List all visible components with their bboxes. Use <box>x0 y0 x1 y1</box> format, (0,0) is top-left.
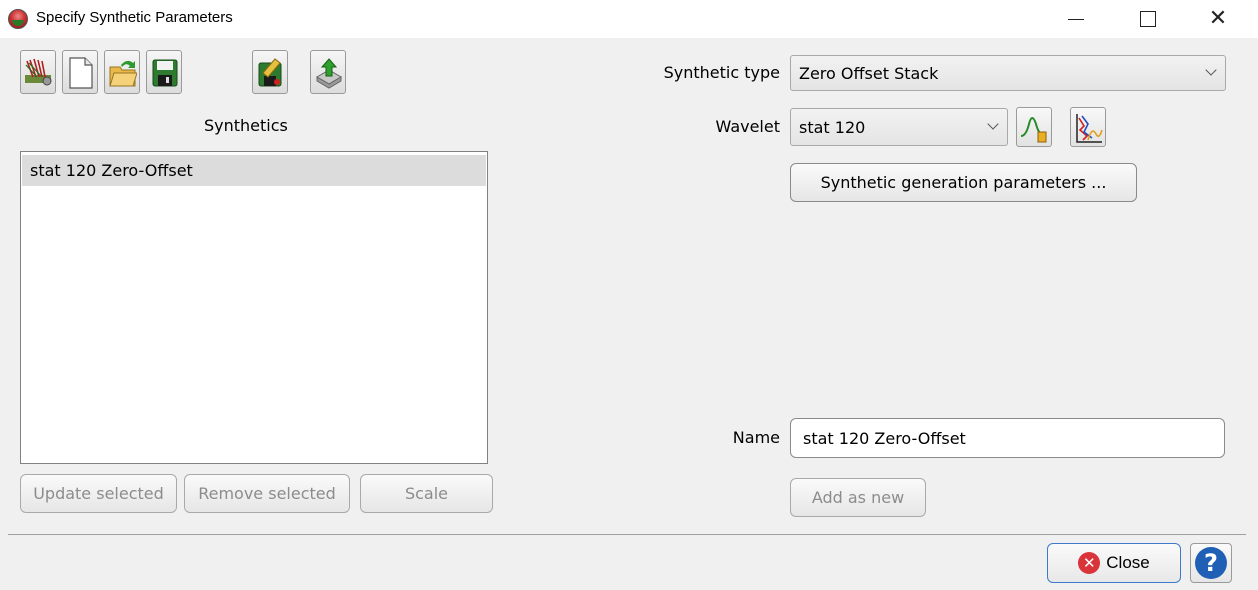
minimize-icon <box>1068 18 1084 20</box>
close-button[interactable]: ✕ Close <box>1047 543 1181 583</box>
new-button[interactable] <box>62 50 98 94</box>
synthetic-type-value: Zero Offset Stack <box>799 63 939 83</box>
synthetics-list-title: Synthetics <box>204 116 288 135</box>
wavelet-label: Wavelet <box>715 117 780 136</box>
name-label: Name <box>732 428 780 447</box>
close-circle-icon: ✕ <box>1078 552 1101 574</box>
update-selected-button[interactable]: Update selected <box>20 474 177 513</box>
chevron-down-icon <box>1205 64 1217 76</box>
wavelet-chart-icon <box>1076 114 1103 143</box>
save-as-icon <box>258 58 282 87</box>
close-label: Close <box>1106 553 1150 572</box>
open-button[interactable] <box>104 50 140 94</box>
maximize-icon <box>1140 11 1156 27</box>
help-button[interactable]: ? <box>1190 543 1232 583</box>
synthetics-list[interactable]: stat 120 Zero-Offset <box>20 151 488 464</box>
synthetic-type-label: Synthetic type <box>663 63 780 82</box>
export-icon <box>316 58 342 89</box>
app-icon <box>8 9 28 29</box>
help-icon: ? <box>1195 547 1227 579</box>
add-as-new-button[interactable]: Add as new <box>790 478 926 517</box>
close-x-icon: ✕ <box>1208 6 1228 31</box>
synthetic-generate-button[interactable] <box>20 50 56 94</box>
wavelet-dropdown[interactable]: stat 120 <box>790 108 1008 146</box>
save-as-button[interactable] <box>252 50 288 94</box>
wavelet-curve-icon <box>1020 117 1047 143</box>
wavelet-analysis-button[interactable] <box>1070 107 1106 147</box>
footer-divider <box>8 534 1246 535</box>
synthetic-generate-icon <box>25 58 52 86</box>
list-item[interactable]: stat 120 Zero-Offset <box>22 155 486 186</box>
window-title: Specify Synthetic Parameters <box>36 9 233 26</box>
new-document-icon <box>69 57 93 89</box>
export-button[interactable] <box>310 50 346 94</box>
synthetic-generation-parameters-button[interactable]: Synthetic generation parameters ... <box>790 163 1137 202</box>
window-close-button[interactable]: ✕ <box>1190 0 1246 38</box>
chevron-down-icon <box>987 118 999 130</box>
save-button[interactable] <box>146 50 182 94</box>
remove-selected-button[interactable]: Remove selected <box>184 474 350 513</box>
save-icon <box>152 59 178 87</box>
maximize-button[interactable] <box>1120 0 1176 38</box>
minimize-button[interactable] <box>1048 0 1104 38</box>
open-folder-icon <box>109 60 137 87</box>
title-bar: Specify Synthetic Parameters ✕ <box>0 0 1258 38</box>
synthetic-type-dropdown[interactable]: Zero Offset Stack <box>790 55 1226 91</box>
wavelet-edit-button[interactable] <box>1016 107 1052 147</box>
scale-button[interactable]: Scale <box>360 474 493 513</box>
name-field[interactable] <box>790 418 1225 458</box>
wavelet-value: stat 120 <box>799 117 866 137</box>
